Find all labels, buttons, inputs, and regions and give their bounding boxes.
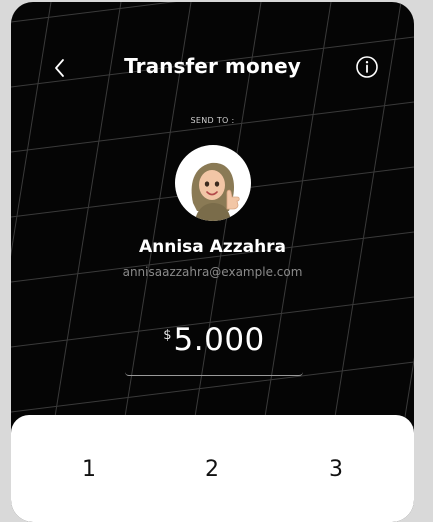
recipient-avatar [175,145,251,221]
send-to-label: SEND TO : [190,116,235,125]
key-2[interactable]: 2 [182,457,242,487]
key-1[interactable]: 1 [59,457,119,487]
currency-symbol: $ [163,328,172,343]
amount-underline [125,372,303,376]
recipient-name: Annisa Azzahra [138,237,287,257]
recipient-email: annisaazzahra@example.com [122,265,303,279]
app-header: Transfer money [11,50,414,86]
info-circle-icon [356,56,378,78]
amount-value: 5.000 [173,322,265,358]
numeric-keypad: 1 2 3 [11,415,414,522]
key-3[interactable]: 3 [306,457,366,487]
info-button[interactable] [354,54,380,80]
amount-field[interactable]: $5.000 [125,322,303,376]
memoji-avatar-icon [191,162,240,221]
transfer-screen: Transfer money SEND TO : Annisa Azzahra … [11,2,414,522]
